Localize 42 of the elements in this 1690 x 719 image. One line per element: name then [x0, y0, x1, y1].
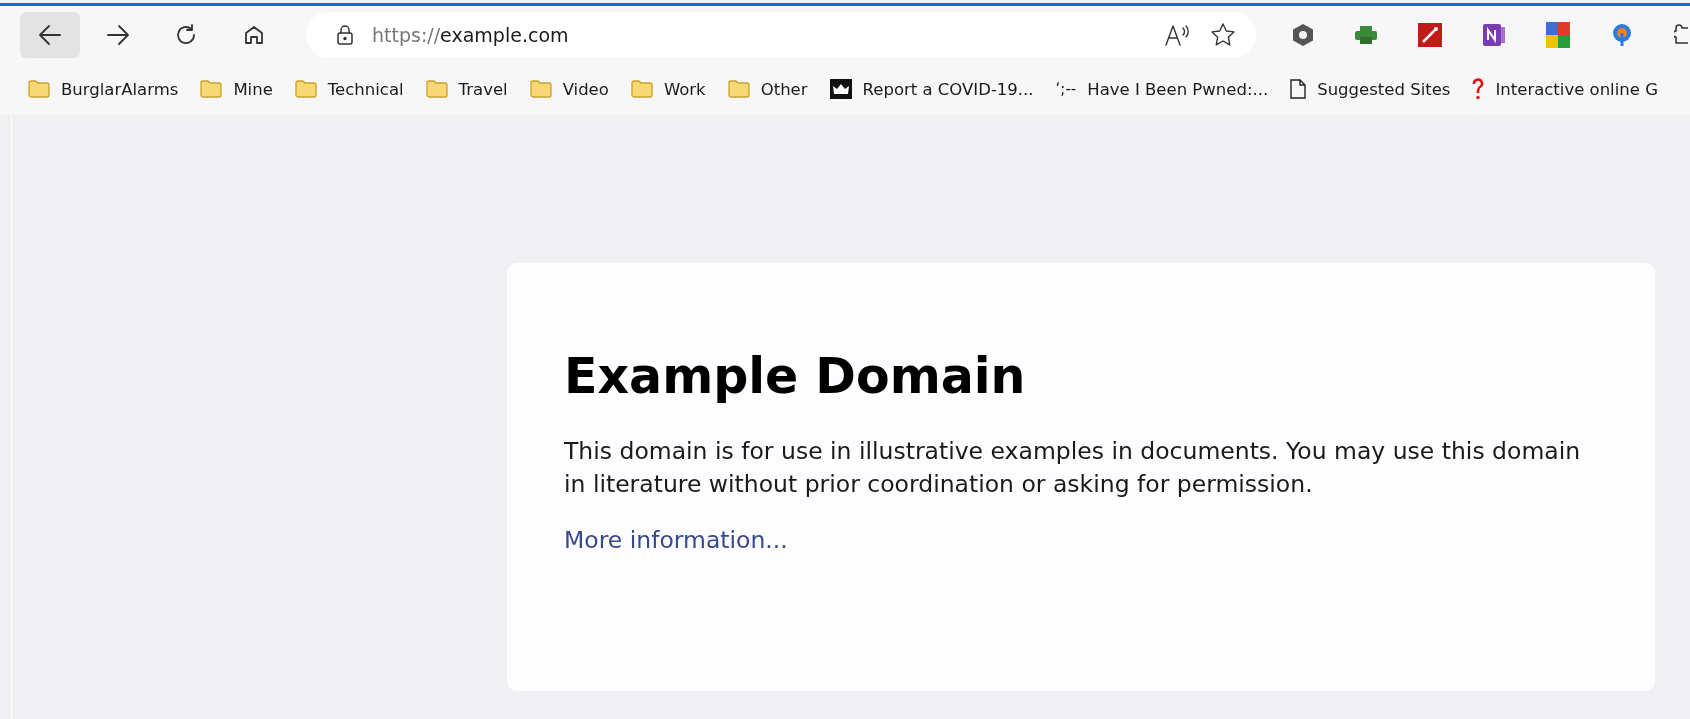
- folder-icon: [294, 80, 317, 98]
- home-icon: [243, 23, 265, 46]
- wand-extension-icon[interactable]: [1418, 22, 1442, 47]
- address-bar[interactable]: https://example.com: [306, 11, 1256, 58]
- folder-icon: [630, 80, 653, 98]
- bookmark-link[interactable]: Technical: [327, 79, 404, 99]
- bookmark-link[interactable]: Mine: [233, 79, 273, 99]
- crown-icon: [829, 79, 852, 99]
- pin-extension-icon[interactable]: [1610, 22, 1634, 47]
- page-icon: [1290, 79, 1307, 99]
- page-heading: Example Domain: [564, 348, 1027, 405]
- more-information-link[interactable]: More information...: [564, 525, 788, 554]
- bookmark-link[interactable]: Have I Been Pwned:...: [1087, 79, 1269, 99]
- bookmark-link[interactable]: BurglarAlarms: [61, 79, 179, 99]
- folder-icon: [529, 80, 552, 98]
- bookmark-glyph: ‘;--: [1055, 80, 1077, 98]
- bookmark-link[interactable]: Work: [663, 79, 706, 99]
- reload-icon: [174, 22, 198, 47]
- read-aloud-icon[interactable]: [1164, 22, 1192, 47]
- printer-icon[interactable]: [1354, 24, 1378, 45]
- hexagon-extension-icon[interactable]: [1292, 22, 1314, 47]
- lock-icon: [336, 23, 354, 46]
- colorful-extension-icon[interactable]: [1546, 21, 1570, 48]
- bookmark-link[interactable]: Interactive online G: [1495, 79, 1658, 99]
- back-button[interactable]: [20, 11, 80, 58]
- bookmark-link[interactable]: Video: [562, 79, 609, 99]
- url-text: https://example.com: [372, 23, 570, 46]
- star-icon[interactable]: [1210, 21, 1236, 48]
- folder-icon: [28, 80, 50, 98]
- back-arrow-icon: [38, 23, 62, 46]
- bookmark-link[interactable]: Suggested Sites: [1317, 79, 1451, 99]
- forward-arrow-icon: [106, 23, 130, 46]
- folder-icon: [727, 80, 750, 98]
- page-paragraph: This domain is for use in illustrative examples in documents. You may use this domain in literature without prior coordination or asking for permission.: [564, 436, 1582, 500]
- notebook-icon[interactable]: [1482, 22, 1506, 47]
- bookmark-link[interactable]: Other: [760, 79, 808, 99]
- puzzle-icon[interactable]: [1674, 22, 1688, 47]
- bookmark-link[interactable]: Report a COVID-19...: [862, 79, 1034, 99]
- bookmark-link[interactable]: Travel: [458, 79, 508, 99]
- folder-icon: [200, 80, 223, 98]
- folder-icon: [425, 80, 448, 98]
- question-mark-icon: [1472, 78, 1485, 100]
